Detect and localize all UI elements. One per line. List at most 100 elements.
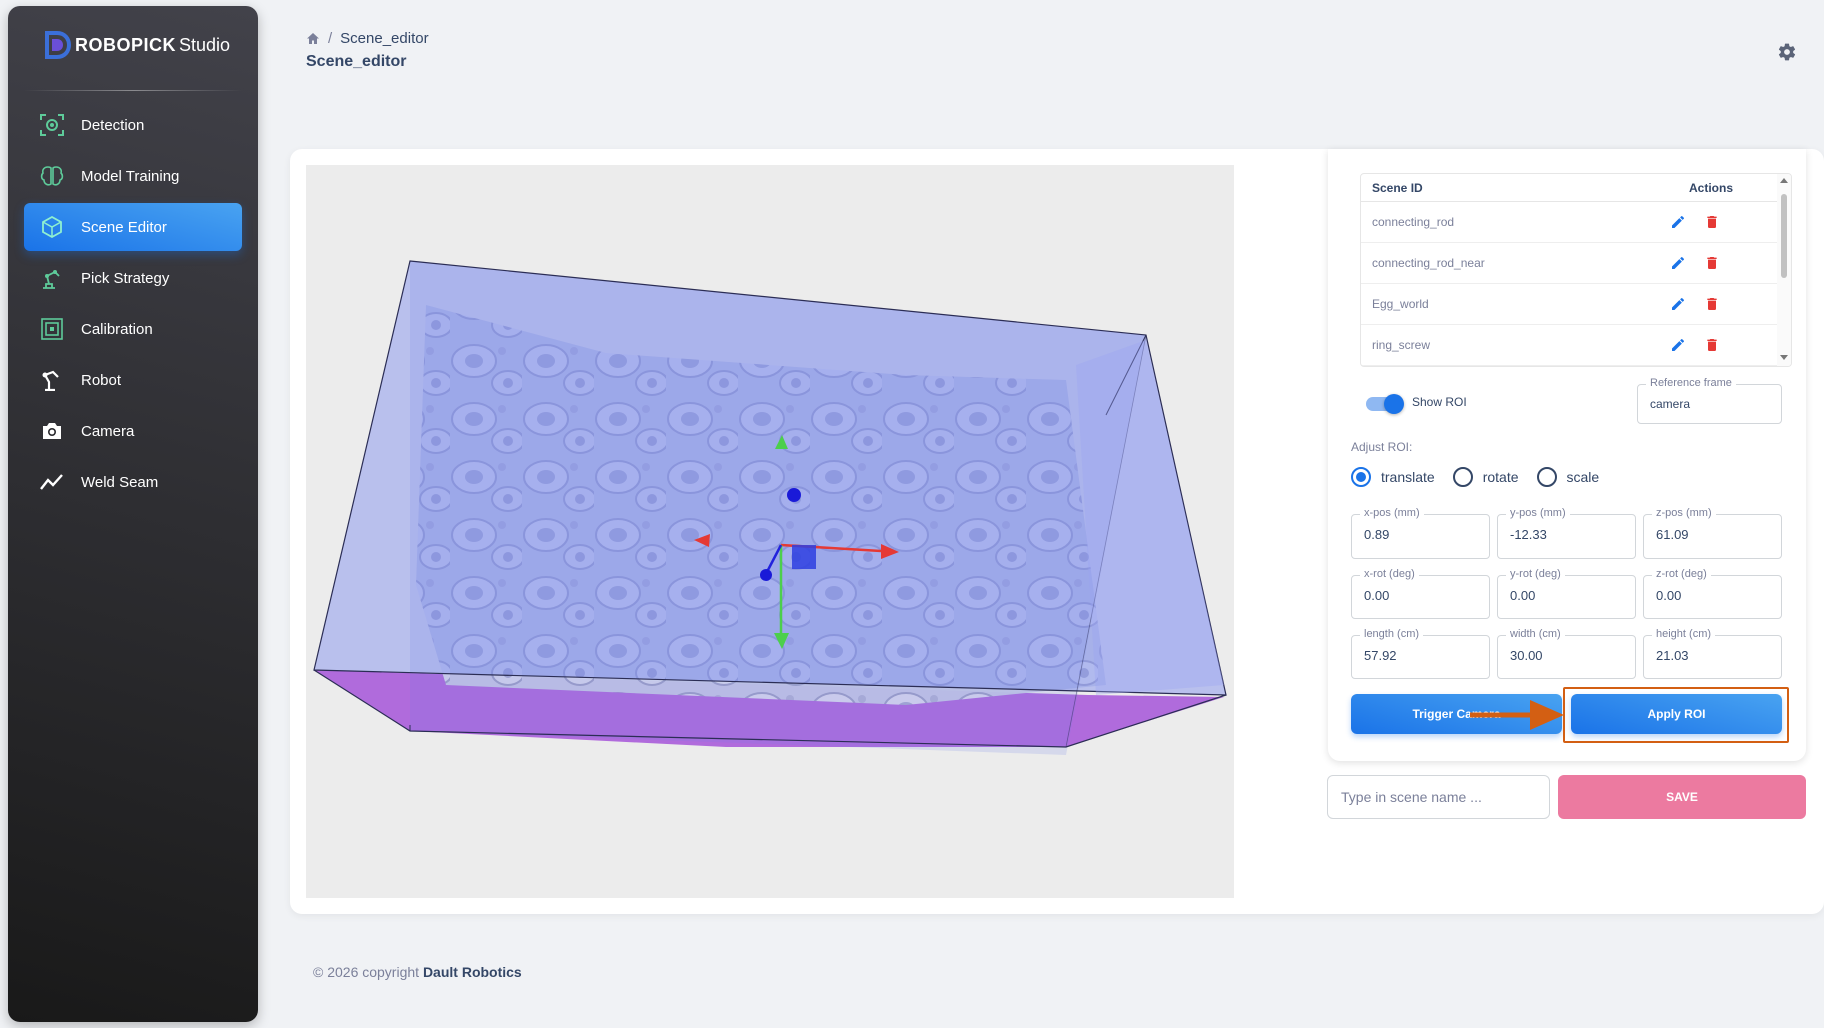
scene-id-cell: connecting_rod_near	[1372, 256, 1485, 270]
radio-translate-label: translate	[1381, 469, 1435, 485]
page-title: Scene_editor	[306, 53, 407, 70]
length-field[interactable]: length (cm) 57.92	[1351, 628, 1490, 679]
adjust-mode-group: translate rotate scale	[1351, 467, 1617, 487]
table-header: Scene ID Actions	[1361, 174, 1791, 202]
sidebar-divider	[24, 90, 242, 91]
show-roi-toggle[interactable]	[1366, 394, 1404, 414]
field-value: 21.03	[1656, 648, 1689, 663]
field-label: width (cm)	[1506, 628, 1565, 640]
table-row[interactable]: connecting_rod_near	[1361, 243, 1791, 284]
scroll-up-arrow-icon[interactable]	[1780, 178, 1788, 183]
table-row[interactable]: Egg_world	[1361, 284, 1791, 325]
field-label: length (cm)	[1360, 628, 1424, 640]
brand-name-light: Studio	[179, 34, 231, 55]
field-value: 0.00	[1656, 588, 1682, 603]
x-pos-field[interactable]: x-pos (mm) 0.89	[1351, 507, 1490, 559]
gear-icon[interactable]	[1777, 42, 1797, 62]
column-scene-id: Scene ID	[1372, 180, 1423, 195]
field-value: 61.09	[1656, 527, 1689, 542]
scroll-down-arrow-icon[interactable]	[1780, 355, 1788, 360]
robot-icon	[40, 368, 64, 392]
footer: © 2026 copyright Dault Robotics	[313, 964, 522, 980]
scene-3d-render[interactable]	[306, 165, 1234, 898]
3d-viewport[interactable]	[306, 165, 1234, 898]
field-label: z-rot (deg)	[1652, 568, 1711, 580]
sidebar-item-label: Weld Seam	[81, 473, 159, 491]
table-scrollbar[interactable]	[1777, 174, 1791, 366]
sidebar-item-pick-strategy[interactable]: Pick Strategy	[24, 254, 242, 302]
field-value: 30.00	[1510, 648, 1543, 663]
field-label: y-rot (deg)	[1506, 568, 1565, 580]
edit-icon[interactable]	[1669, 295, 1687, 313]
field-label: x-pos (mm)	[1360, 507, 1424, 519]
sidebar-item-label: Camera	[81, 422, 135, 440]
adjust-roi-label: Adjust ROI:	[1351, 440, 1413, 454]
sidebar-item-label: Scene Editor	[81, 218, 167, 236]
height-field[interactable]: height (cm) 21.03	[1643, 628, 1782, 679]
width-field[interactable]: width (cm) 30.00	[1497, 628, 1636, 679]
y-rot-field[interactable]: y-rot (deg) 0.00	[1497, 568, 1636, 619]
sidebar-item-label: Calibration	[81, 320, 153, 338]
radio-translate[interactable]	[1351, 467, 1371, 487]
breadcrumb-current: Scene_editor	[340, 30, 429, 47]
scene-editor-icon	[40, 215, 64, 239]
brand-name-bold: ROBOPICK	[75, 34, 177, 55]
scene-id-cell: connecting_rod	[1372, 215, 1455, 229]
brand-logo-area[interactable]: ROBOPICK Studio	[8, 6, 258, 84]
field-value: -12.33	[1510, 527, 1547, 542]
radio-rotate-label: rotate	[1482, 469, 1519, 485]
y-pos-field[interactable]: y-pos (mm) -12.33	[1497, 507, 1636, 559]
delete-icon[interactable]	[1703, 295, 1721, 313]
sidebar-item-calibration[interactable]: Calibration	[24, 305, 242, 353]
footer-copyright: © 2026 copyright	[313, 964, 420, 980]
delete-icon[interactable]	[1703, 336, 1721, 354]
sidebar-item-scene-editor[interactable]: Scene Editor	[24, 203, 242, 251]
field-label: z-pos (mm)	[1652, 507, 1716, 519]
home-icon[interactable]	[306, 32, 320, 45]
breadcrumb-separator: /	[328, 30, 333, 47]
pointer-arrow-icon	[1470, 700, 1564, 730]
weld-seam-icon	[40, 470, 64, 494]
sidebar-item-label: Pick Strategy	[81, 269, 170, 287]
save-button[interactable]: SAVE	[1558, 775, 1806, 819]
z-rot-field[interactable]: z-rot (deg) 0.00	[1643, 568, 1782, 619]
show-roi-toggle-row: Show ROI	[1366, 394, 1467, 414]
apply-roi-highlight	[1563, 687, 1789, 743]
radio-scale[interactable]	[1536, 467, 1557, 487]
camera-icon	[40, 419, 64, 443]
sidebar-item-weld-seam[interactable]: Weld Seam	[24, 458, 242, 506]
robopick-logo-icon	[45, 31, 71, 59]
robot-arm-icon	[40, 266, 64, 290]
edit-icon[interactable]	[1669, 336, 1687, 354]
sidebar-item-label: Model Training	[81, 167, 180, 185]
breadcrumb: / Scene_editor	[306, 30, 429, 47]
delete-icon[interactable]	[1703, 254, 1721, 272]
column-actions: Actions	[1688, 180, 1733, 195]
sidebar-item-model-training[interactable]: Model Training	[24, 152, 242, 200]
reference-frame-label: Reference frame	[1646, 377, 1736, 389]
field-label: height (cm)	[1652, 628, 1716, 640]
sidebar-item-detection[interactable]: Detection	[24, 101, 242, 149]
field-label: y-pos (mm)	[1506, 507, 1570, 519]
footer-company: Dault Robotics	[422, 964, 522, 980]
show-roi-label: Show ROI	[1412, 395, 1467, 409]
radio-rotate[interactable]	[1452, 467, 1473, 487]
scene-name-input[interactable]: Type in scene name ...	[1327, 775, 1550, 819]
sidebar-item-camera[interactable]: Camera	[24, 407, 242, 455]
sidebar-item-label: Detection	[81, 116, 145, 134]
x-rot-field[interactable]: x-rot (deg) 0.00	[1351, 568, 1490, 619]
sidebar: ROBOPICK Studio Detection Model Training…	[8, 6, 258, 1022]
z-pos-field[interactable]: z-pos (mm) 61.09	[1643, 507, 1782, 559]
sidebar-item-robot[interactable]: Robot	[24, 356, 242, 404]
scroll-thumb[interactable]	[1781, 194, 1787, 278]
field-value: 57.92	[1364, 648, 1397, 663]
table-row[interactable]: connecting_rod	[1361, 202, 1791, 243]
field-value: 0.00	[1510, 588, 1536, 603]
field-value: 0.00	[1364, 588, 1390, 603]
edit-icon[interactable]	[1669, 254, 1687, 272]
delete-icon[interactable]	[1703, 213, 1721, 231]
detection-icon	[40, 113, 64, 137]
table-row[interactable]: ring_screw	[1361, 325, 1791, 366]
reference-frame-field[interactable]: Reference frame camera	[1637, 377, 1782, 424]
edit-icon[interactable]	[1669, 213, 1687, 231]
